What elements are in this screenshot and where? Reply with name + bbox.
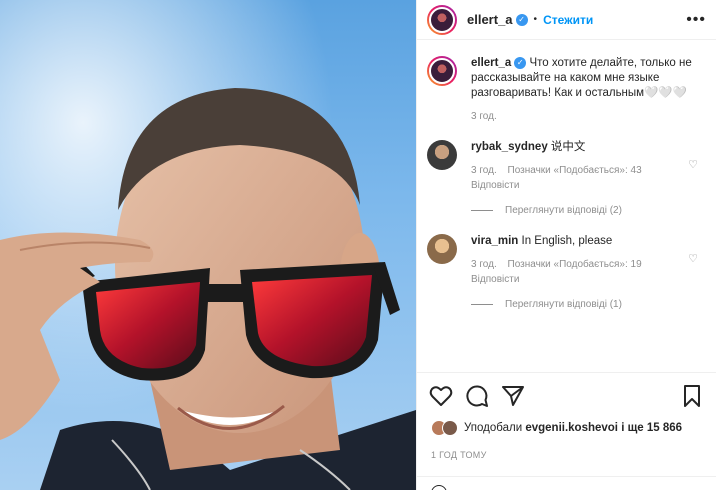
- comment-like-icon[interactable]: ♡: [688, 252, 698, 265]
- post-time-ago[interactable]: 1 ГОД ТОМУ: [431, 450, 487, 460]
- comment-time[interactable]: 3 год.: [471, 165, 497, 176]
- follow-button[interactable]: Стежити: [543, 13, 593, 27]
- post-sidebar: ellert_a ✓ • Стежити ••• ellert_a ✓ Что х…: [416, 0, 716, 490]
- comment-text: 说中文: [550, 141, 586, 153]
- separator-dot: •: [533, 14, 538, 25]
- paper-plane-icon[interactable]: [501, 384, 525, 408]
- comment-item: rybak_sydney 说中文 3 год. Позначки «Подоба…: [427, 140, 706, 193]
- caption-emoji: 🤍🤍🤍: [644, 87, 688, 99]
- bookmark-icon[interactable]: [680, 384, 704, 408]
- replies-line: [471, 304, 493, 305]
- instagram-post: ellert_a ✓ • Стежити ••• ellert_a ✓ Что х…: [0, 0, 716, 490]
- comments-list: ellert_a ✓ Что хотите делайте, только не …: [427, 56, 706, 310]
- reply-button[interactable]: Відповісти: [471, 274, 519, 285]
- caption-time[interactable]: 3 год.: [471, 111, 497, 122]
- caption-author-avatar[interactable]: [427, 56, 457, 86]
- liker-avatars: [431, 420, 458, 436]
- comment-avatar[interactable]: [427, 140, 457, 170]
- likes-summary: Уподобали evgenii.koshevoi і ще 15 866: [431, 420, 706, 436]
- reply-button[interactable]: Відповісти: [471, 180, 519, 191]
- comment-likes[interactable]: Позначки «Подобається»: 43: [508, 165, 642, 176]
- verified-icon: ✓: [515, 13, 528, 26]
- comment-meta: 3 год. Позначки «Подобається»: 19 Відпов…: [471, 257, 706, 287]
- comment-like-icon[interactable]: ♡: [688, 158, 698, 171]
- action-bar: [417, 372, 716, 418]
- comment-icon[interactable]: [465, 384, 489, 408]
- view-replies-label: Переглянути відповіді (2): [505, 205, 622, 216]
- emoji-icon[interactable]: [431, 485, 447, 490]
- comment-time[interactable]: 3 год.: [471, 259, 497, 270]
- caption-meta: 3 год.: [471, 109, 706, 124]
- comment-username[interactable]: vira_min: [471, 235, 518, 247]
- post-header: ellert_a ✓ • Стежити •••: [417, 0, 716, 40]
- more-options-icon[interactable]: •••: [686, 11, 706, 29]
- add-comment-bar: [417, 476, 716, 490]
- liker-username[interactable]: evgenii.koshevoi: [525, 422, 618, 434]
- view-replies-button[interactable]: Переглянути відповіді (2): [471, 205, 706, 216]
- comment-avatar[interactable]: [427, 234, 457, 264]
- heart-icon[interactable]: [429, 384, 453, 408]
- comment-item: vira_min In English, please 3 год. Позна…: [427, 234, 706, 287]
- comment-meta: 3 год. Позначки «Подобається»: 43 Відпов…: [471, 163, 706, 193]
- view-replies-label: Переглянути відповіді (1): [505, 299, 622, 310]
- author-avatar[interactable]: [427, 4, 457, 35]
- replies-line: [471, 210, 493, 211]
- author-username[interactable]: ellert_a: [467, 12, 513, 27]
- view-replies-button[interactable]: Переглянути відповіді (1): [471, 299, 706, 310]
- post-photo[interactable]: [0, 0, 416, 490]
- caption: ellert_a ✓ Что хотите делайте, только не …: [427, 56, 706, 124]
- comment-username[interactable]: rybak_sydney: [471, 141, 548, 153]
- likes-count[interactable]: і ще 15 866: [621, 422, 682, 434]
- likes-prefix: Уподобали: [464, 422, 523, 434]
- caption-author-username[interactable]: ellert_a: [471, 57, 511, 69]
- comment-likes[interactable]: Позначки «Подобається»: 19: [508, 259, 642, 270]
- comment-text: In English, please: [521, 235, 613, 247]
- verified-icon: ✓: [514, 56, 527, 69]
- post-photo-image: [0, 0, 416, 490]
